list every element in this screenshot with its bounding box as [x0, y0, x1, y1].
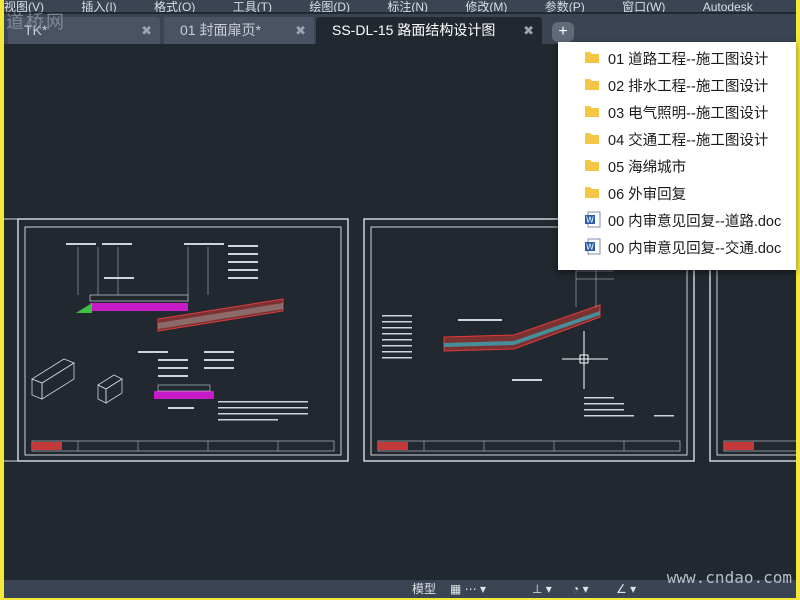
- list-item-label: 01 道路工程--施工图设计: [608, 52, 769, 68]
- list-item-label: 00 内审意见回复--交通.doc: [608, 241, 782, 257]
- sheet-1: [17, 218, 349, 462]
- close-icon[interactable]: ✖: [523, 17, 534, 44]
- menu-modify[interactable]: 修改(M): [465, 0, 507, 12]
- tab-label: SS-DL-15 路面结构设计图: [332, 22, 496, 38]
- menu-draw[interactable]: 绘图(D): [309, 0, 350, 12]
- watermark-url: www.cndao.com: [666, 568, 792, 587]
- document-tab-bar: TK* ✖ 01 封面扉页* ✖ SS-DL-15 路面结构设计图 ✖ +: [4, 14, 796, 44]
- list-item[interactable]: 01 道路工程--施工图设计: [558, 44, 796, 71]
- osnap-icon[interactable]: ∠ ▾: [616, 580, 636, 598]
- word-doc-icon: W: [585, 211, 601, 228]
- folder-icon: [585, 106, 599, 117]
- grid-icon[interactable]: ▦ ⋯ ▾: [450, 580, 486, 598]
- tab-label: 01 封面扉页*: [180, 22, 261, 38]
- menu-dimension[interactable]: 标注(N): [387, 0, 428, 12]
- list-item-label: 06 外审回复: [608, 187, 687, 203]
- list-item[interactable]: 02 排水工程--施工图设计: [558, 71, 796, 98]
- model-button[interactable]: 模型: [412, 580, 436, 598]
- tab-pavement-design[interactable]: SS-DL-15 路面结构设计图 ✖: [316, 17, 542, 44]
- watermark-logo: 道桥网: [6, 12, 66, 33]
- snap-icon[interactable]: ⊥ ▾: [532, 580, 552, 598]
- folder-icon: [585, 52, 599, 63]
- list-item[interactable]: 03 电气照明--施工图设计: [558, 98, 796, 125]
- svg-text:W: W: [586, 216, 594, 225]
- menu-window[interactable]: 窗口(W): [622, 0, 665, 12]
- new-tab-button[interactable]: +: [552, 22, 574, 42]
- folder-icon: [585, 79, 599, 90]
- close-icon[interactable]: ✖: [295, 17, 306, 44]
- list-item-label: 02 排水工程--施工图设计: [608, 79, 769, 95]
- list-item-label: 05 海绵城市: [608, 160, 687, 176]
- menu-autodesk[interactable]: Autodesk: [703, 0, 753, 12]
- menu-format[interactable]: 格式(O): [154, 0, 195, 12]
- list-item-label: 04 交通工程--施工图设计: [608, 133, 769, 149]
- svg-text:W: W: [586, 243, 594, 252]
- word-doc-icon: W: [585, 238, 601, 255]
- list-item[interactable]: W 00 内审意见回复--道路.doc: [558, 206, 796, 233]
- close-icon[interactable]: ✖: [141, 17, 152, 44]
- menu-tools[interactable]: 工具(T): [233, 0, 272, 12]
- folder-icon: [585, 133, 599, 144]
- list-item-label: 03 电气照明--施工图设计: [608, 106, 769, 122]
- list-item[interactable]: 04 交通工程--施工图设计: [558, 125, 796, 152]
- menu-bar: 视图(V) 插入(I) 格式(O) 工具(T) 绘图(D) 标注(N) 修改(M…: [4, 0, 796, 12]
- list-item[interactable]: 06 外审回复: [558, 179, 796, 206]
- folder-icon: [585, 160, 599, 171]
- tab-cover-page[interactable]: 01 封面扉页* ✖: [164, 17, 314, 44]
- list-item[interactable]: W 00 内审意见回复--交通.doc: [558, 233, 796, 260]
- file-dropdown-menu: 01 道路工程--施工图设计 02 排水工程--施工图设计 03 电气照明--施…: [558, 42, 796, 270]
- list-item-label: 00 内审意见回复--道路.doc: [608, 214, 782, 230]
- menu-insert[interactable]: 插入(I): [81, 0, 116, 12]
- polar-icon[interactable]: ◔ ▾: [572, 580, 589, 598]
- folder-icon: [585, 187, 599, 198]
- list-item[interactable]: 05 海绵城市: [558, 152, 796, 179]
- menu-parameter[interactable]: 参数(P): [545, 0, 585, 12]
